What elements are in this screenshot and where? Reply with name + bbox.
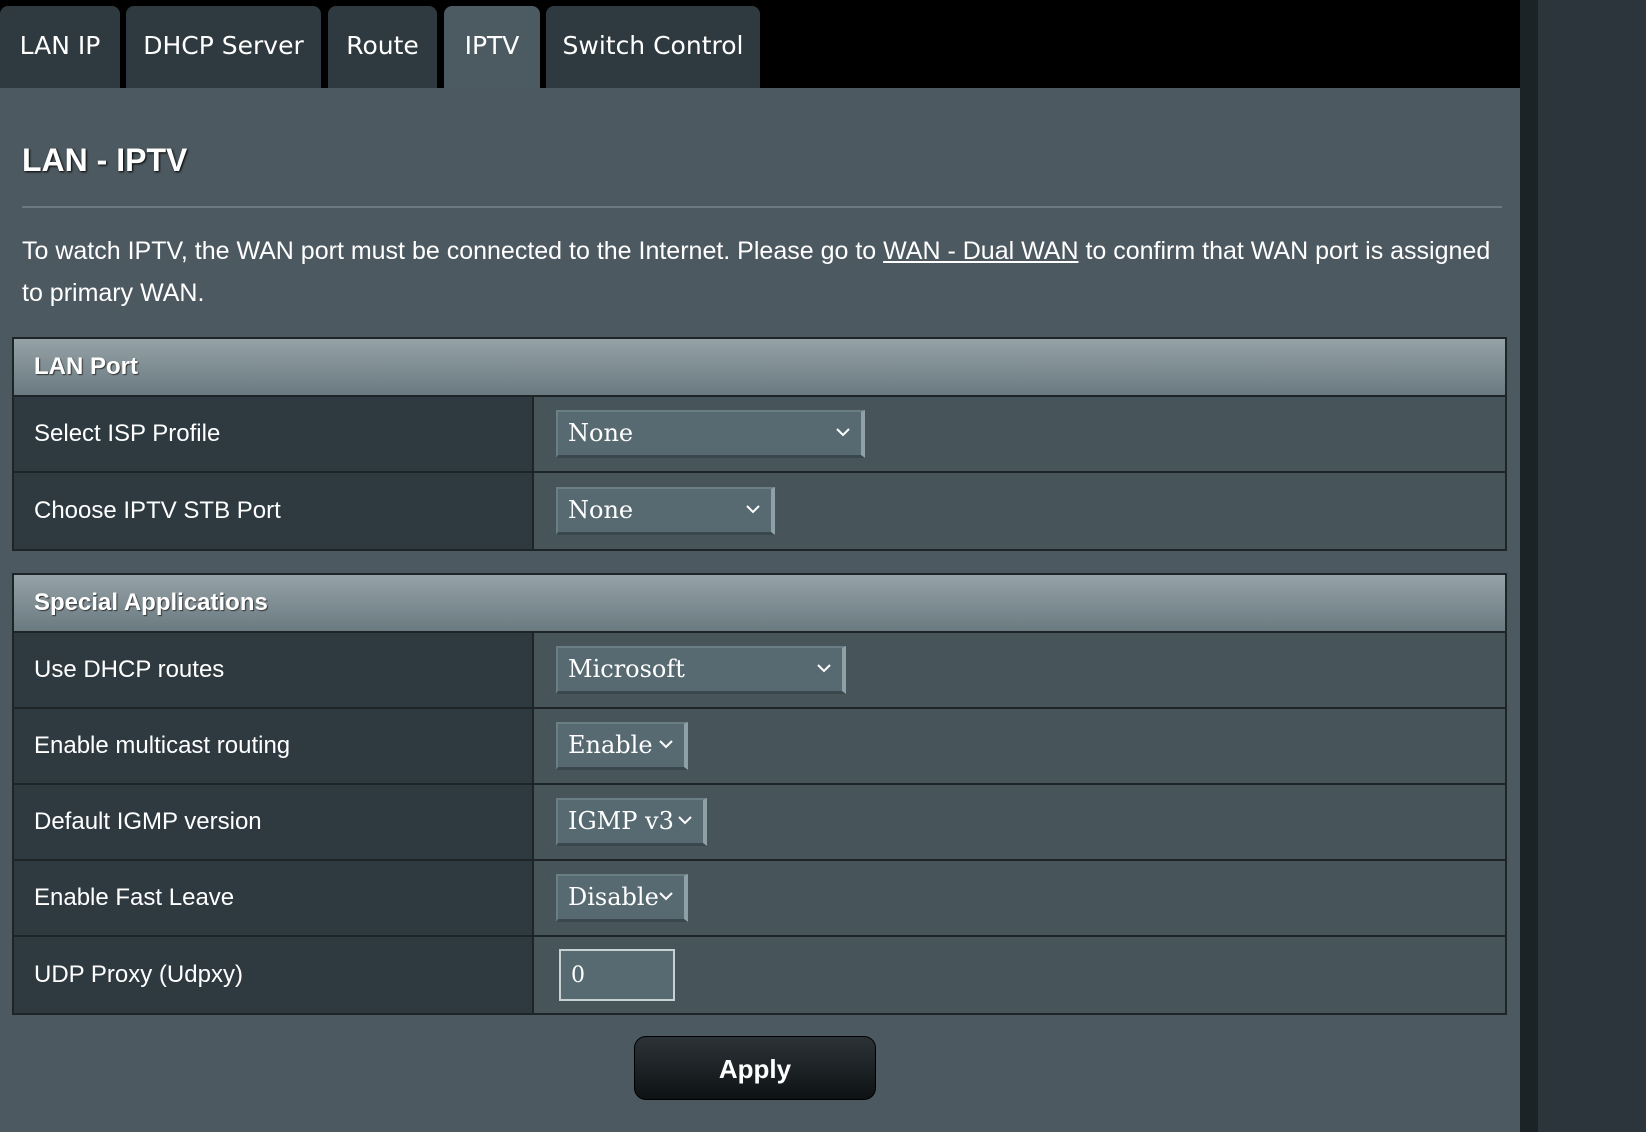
router-admin-page: LAN IP DHCP Server Route IPTV Switch Con…: [0, 0, 1646, 1132]
iptv-stb-port-select[interactable]: None: [556, 487, 775, 535]
tab-lan-ip[interactable]: LAN IP: [0, 6, 120, 88]
table-row: UDP Proxy (Udpxy): [14, 937, 1505, 1013]
iptv-stb-port-label: Choose IPTV STB Port: [14, 473, 534, 549]
dhcp-routes-label: Use DHCP routes: [14, 633, 534, 707]
isp-profile-value: None: [568, 419, 634, 447]
isp-profile-select[interactable]: None: [556, 410, 865, 458]
chevron-down-icon: [746, 505, 760, 514]
chevron-down-icon: [659, 740, 673, 749]
multicast-routing-cell: Enable: [534, 709, 1505, 783]
udp-proxy-cell: [534, 937, 1505, 1013]
isp-profile-label: Select ISP Profile: [14, 397, 534, 471]
special-applications-header: Special Applications: [14, 575, 1505, 633]
lan-port-table: LAN Port Select ISP Profile None Choose …: [12, 337, 1507, 551]
special-applications-table: Special Applications Use DHCP routes Mic…: [12, 573, 1507, 1015]
iptv-stb-port-cell: None: [534, 473, 1505, 549]
dhcp-routes-select[interactable]: Microsoft: [556, 646, 846, 694]
scrollbar-gutter: [1520, 0, 1538, 1132]
udp-proxy-input[interactable]: [559, 949, 675, 1001]
table-row: Enable multicast routing Enable: [14, 709, 1505, 785]
isp-profile-cell: None: [534, 397, 1505, 471]
wan-dual-wan-link[interactable]: WAN - Dual WAN: [883, 237, 1078, 265]
chevron-down-icon: [836, 428, 850, 437]
title-divider: [22, 206, 1502, 208]
table-row: Choose IPTV STB Port None: [14, 473, 1505, 549]
fast-leave-cell: Disable: [534, 861, 1505, 935]
table-row: Select ISP Profile None: [14, 397, 1505, 473]
iptv-stb-port-value: None: [568, 496, 634, 524]
fast-leave-value: Disable: [568, 883, 659, 911]
table-row: Default IGMP version IGMP v3: [14, 785, 1505, 861]
multicast-routing-value: Enable: [568, 731, 653, 759]
chevron-down-icon: [659, 892, 673, 901]
tab-dhcp-server[interactable]: DHCP Server: [126, 6, 321, 88]
table-row: Use DHCP routes Microsoft: [14, 633, 1505, 709]
tab-switch-control[interactable]: Switch Control: [546, 6, 760, 88]
chevron-down-icon: [678, 816, 692, 825]
tab-iptv[interactable]: IPTV: [444, 6, 540, 88]
right-sidebar-background: [1538, 0, 1646, 1132]
dhcp-routes-value: Microsoft: [568, 655, 685, 683]
tab-bar: LAN IP DHCP Server Route IPTV Switch Con…: [0, 0, 1520, 88]
fast-leave-select[interactable]: Disable: [556, 874, 688, 922]
chevron-down-icon: [817, 664, 831, 673]
igmp-version-select[interactable]: IGMP v3: [556, 798, 707, 846]
intro-text-before: To watch IPTV, the WAN port must be conn…: [22, 237, 884, 265]
dhcp-routes-cell: Microsoft: [534, 633, 1505, 707]
lan-port-header: LAN Port: [14, 339, 1505, 397]
fast-leave-label: Enable Fast Leave: [14, 861, 534, 935]
intro-text: To watch IPTV, the WAN port must be conn…: [22, 230, 1502, 314]
apply-button[interactable]: Apply: [634, 1036, 876, 1100]
multicast-routing-select[interactable]: Enable: [556, 722, 688, 770]
table-row: Enable Fast Leave Disable: [14, 861, 1505, 937]
igmp-version-cell: IGMP v3: [534, 785, 1505, 859]
multicast-routing-label: Enable multicast routing: [14, 709, 534, 783]
igmp-version-label: Default IGMP version: [14, 785, 534, 859]
tab-route[interactable]: Route: [328, 6, 437, 88]
igmp-version-value: IGMP v3: [568, 807, 674, 835]
udp-proxy-label: UDP Proxy (Udpxy): [14, 937, 534, 1013]
page-title: LAN - IPTV: [22, 142, 188, 178]
content-panel: LAN - IPTV To watch IPTV, the WAN port m…: [0, 88, 1520, 1132]
